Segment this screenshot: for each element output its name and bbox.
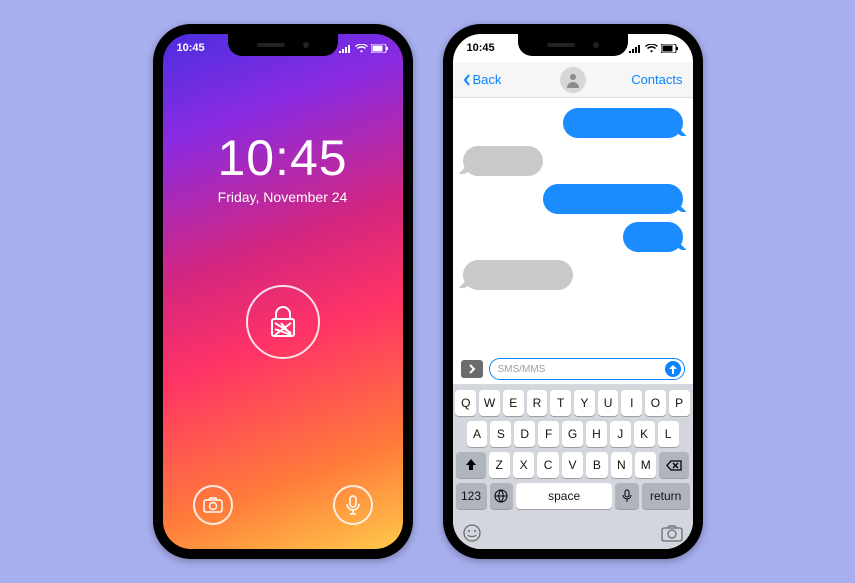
contacts-button[interactable]: Contacts [631,72,682,87]
backspace-icon [666,460,682,471]
wifi-icon [355,44,368,53]
key-f[interactable]: F [538,421,559,447]
key-c[interactable]: C [537,452,558,478]
chevron-right-icon [468,364,476,374]
smiley-icon [463,524,481,542]
back-label: Back [473,72,502,87]
compose-row: SMS/MMS [453,354,693,384]
signal-icon [339,44,352,53]
key-a[interactable]: A [467,421,488,447]
lock-time: 10:45 [217,129,347,187]
key-s[interactable]: S [490,421,511,447]
arrow-up-icon [669,365,677,374]
key-k[interactable]: K [634,421,655,447]
phone-chat: 10:45 Back Contacts [443,24,703,559]
key-x[interactable]: X [513,452,534,478]
globe-key[interactable] [490,483,514,509]
key-i[interactable]: I [621,390,642,416]
status-icons [339,44,389,53]
back-button[interactable]: Back [463,72,502,87]
notch [518,34,628,56]
key-r[interactable]: R [527,390,548,416]
shift-icon [465,459,477,471]
key-e[interactable]: E [503,390,524,416]
contact-avatar[interactable] [560,67,586,93]
send-button[interactable] [665,361,681,377]
numbers-key[interactable]: 123 [456,483,487,509]
camera-icon [203,497,223,513]
globe-icon [494,489,508,503]
input-placeholder: SMS/MMS [498,364,546,375]
lock-icon [268,305,298,339]
camera-icon [661,524,683,542]
unlock-button[interactable] [246,285,320,359]
key-q[interactable]: Q [455,390,476,416]
lock-date: Friday, November 24 [218,189,348,205]
wifi-icon [645,44,658,53]
key-l[interactable]: L [658,421,679,447]
attach-button[interactable] [461,360,483,378]
message-input[interactable]: SMS/MMS [489,358,685,380]
microphone-icon [346,495,360,515]
message-bubble[interactable] [543,184,683,214]
shift-key[interactable] [456,452,486,478]
key-d[interactable]: D [514,421,535,447]
key-h[interactable]: H [586,421,607,447]
notch [228,34,338,56]
key-z[interactable]: Z [489,452,510,478]
microphone-icon [622,489,632,503]
message-list[interactable] [453,98,693,354]
camera-keyboard-button[interactable] [661,524,683,547]
messages-app: 10:45 Back Contacts [453,34,693,549]
key-g[interactable]: G [562,421,583,447]
lockscreen: 10:45 10:45 Friday, November 24 [163,34,403,549]
message-bubble[interactable] [563,108,683,138]
chat-header: Back Contacts [453,62,693,98]
key-o[interactable]: O [645,390,666,416]
battery-icon [371,44,389,53]
keyboard-toolbar [453,518,693,549]
backspace-key[interactable] [659,452,689,478]
key-j[interactable]: J [610,421,631,447]
status-time: 10:45 [467,42,495,54]
key-w[interactable]: W [479,390,500,416]
key-n[interactable]: N [611,452,632,478]
emoji-button[interactable] [463,524,481,547]
key-b[interactable]: B [586,452,607,478]
key-m[interactable]: M [635,452,656,478]
key-v[interactable]: V [562,452,583,478]
message-bubble[interactable] [463,146,543,176]
keyboard: QWERTYUIOP ASDFGHJKL ZXCVBNM 123 space ret… [453,384,693,518]
key-y[interactable]: Y [574,390,595,416]
phone-lockscreen: 10:45 10:45 Friday, November 24 [153,24,413,559]
dictate-key[interactable] [615,483,639,509]
signal-icon [629,44,642,53]
chevron-left-icon [463,74,471,86]
message-bubble[interactable] [623,222,683,252]
status-time: 10:45 [177,42,205,54]
key-p[interactable]: P [669,390,690,416]
message-bubble[interactable] [463,260,573,290]
return-key[interactable]: return [642,483,690,509]
camera-button[interactable] [193,485,233,525]
battery-icon [661,44,679,53]
voice-button[interactable] [333,485,373,525]
person-icon [565,72,581,88]
space-key[interactable]: space [516,483,611,509]
status-icons [629,44,679,53]
key-t[interactable]: T [550,390,571,416]
key-u[interactable]: U [598,390,619,416]
